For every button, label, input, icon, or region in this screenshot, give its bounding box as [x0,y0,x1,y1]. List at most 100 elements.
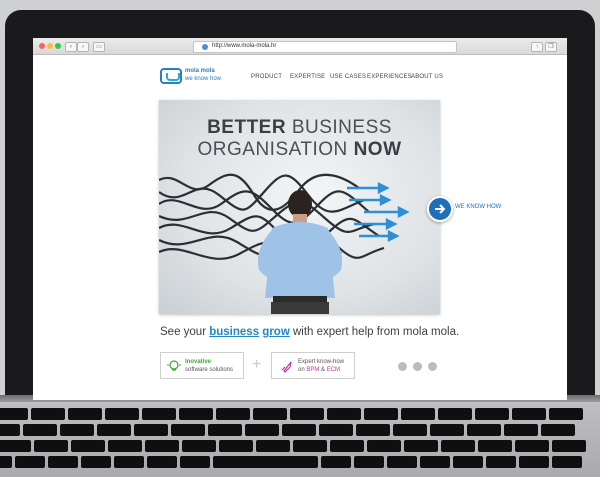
keyboard-key [216,408,250,420]
sidebar-icon[interactable]: ▭ [93,42,105,52]
lightbulb-icon [167,360,181,371]
keyboard-key [387,456,418,468]
nav-experiences[interactable]: EXPERIENCES [367,74,412,80]
keyboard-key [47,456,78,468]
rocket-icon [281,361,292,373]
browser-toolbar: ‹ › ▭ http://www.mola-mola.hr ↑ ❐ [33,38,567,55]
keyboard-key [171,424,205,436]
tagline: See your business grow with expert help … [160,326,459,338]
keyboard-key [319,424,353,436]
nav-about-us[interactable]: ABOUT US [411,74,443,80]
keyboard-key [113,456,144,468]
youtube-icon[interactable] [413,362,422,371]
share-icon[interactable]: ↑ [531,42,543,52]
keyboard-key [60,424,94,436]
keyboard-key [356,424,390,436]
we-know-how-link[interactable]: WE KNOW HOW [455,204,501,210]
zoom-dot-icon[interactable] [55,43,61,49]
logo-text: mola mola [185,68,215,74]
feature-card-expertise[interactable]: Expert know-how on BPM & ECM [271,352,355,379]
card-title: Expert know-how [298,359,345,365]
arrow-right-icon[interactable] [427,196,453,222]
keyboard-key [253,408,287,420]
keyboard-key [34,440,68,452]
tabs-icon[interactable]: ❐ [545,42,557,52]
facebook-icon[interactable] [398,362,407,371]
keyboard-key [179,456,210,468]
logo-icon[interactable] [160,68,182,84]
keyboard-key [430,424,464,436]
plus-icon: + [252,356,262,373]
browser-window: ‹ › ▭ http://www.mola-mola.hr ↑ ❐ mola m… [33,38,567,400]
keyboard-key [478,440,512,452]
grow-link[interactable]: grow [262,326,289,338]
chevron-left-icon[interactable]: ‹ [65,42,77,52]
nav-use-cases[interactable]: USE CASES [330,74,366,80]
keyboard-key [0,440,31,452]
card-subtitle-text: & [319,367,327,373]
globe-icon [202,44,208,50]
keyboard-key [80,456,111,468]
keyboard-key [245,424,279,436]
keyboard-key [519,456,550,468]
businessman-illustration [257,190,343,314]
close-dot-icon[interactable] [39,43,45,49]
minimize-dot-icon[interactable] [47,43,53,49]
keyboard-key [552,456,583,468]
keyboard-key [504,424,538,436]
card-subtitle: on BPM & ECM [298,367,340,373]
keyboard-key [541,424,575,436]
tagline-text: See your [160,326,210,338]
keyboard-key [552,440,586,452]
ecm-label: ECM [326,367,341,373]
card-title: Inovative [185,359,212,365]
keyboard-key [0,424,20,436]
keyboard-key [354,456,385,468]
nav-expertise[interactable]: EXPERTISE [290,74,325,80]
feature-card-software[interactable]: Inovative software solutions [160,352,244,379]
keyboard-key [31,408,65,420]
keyboard-key [23,424,57,436]
business-link[interactable]: business [209,326,259,338]
nav-product[interactable]: PRODUCT [251,74,282,80]
keyboard-key [219,440,253,452]
keyboard-key [475,408,509,420]
keyboard-key [453,456,484,468]
keyboard-key [327,408,361,420]
keyboard-key [393,424,427,436]
keyboard-key [97,424,131,436]
keyboard-key [0,456,12,468]
keyboard-key [401,408,435,420]
keyboard-key [208,424,242,436]
keyboard-key [146,456,177,468]
linkedin-icon[interactable] [428,362,437,371]
keyboard-key [467,424,501,436]
key-row [0,456,583,468]
keyboard-key [512,408,546,420]
keyboard-key [182,440,216,452]
keyboard-key [134,424,168,436]
address-bar[interactable]: http://www.mola-mola.hr [193,41,457,53]
hero-banner: BETTER BUSINESS ORGANISATION NOW [159,100,440,314]
keyboard-key [290,408,324,420]
keyboard-key [108,440,142,452]
key-row [0,424,586,436]
keyboard-key [515,440,549,452]
keyboard-key [486,456,517,468]
tagline-text: with expert help from mola mola. [289,326,460,338]
keyboard-key [441,440,475,452]
keyboard-key [68,408,102,420]
chevron-right-icon[interactable]: › [77,42,89,52]
keyboard-key [367,440,401,452]
keyboard-key [256,440,290,452]
logo-tagline: we know how [185,76,222,82]
keyboard-key [0,408,28,420]
keyboard-key [293,440,327,452]
keyboard-key [438,408,472,420]
keyboard-key [364,408,398,420]
keyboard-key [212,456,319,468]
keyboard-key [549,408,583,420]
keyboard-key [14,456,45,468]
keyboard-key [145,440,179,452]
keyboard-key [282,424,316,436]
